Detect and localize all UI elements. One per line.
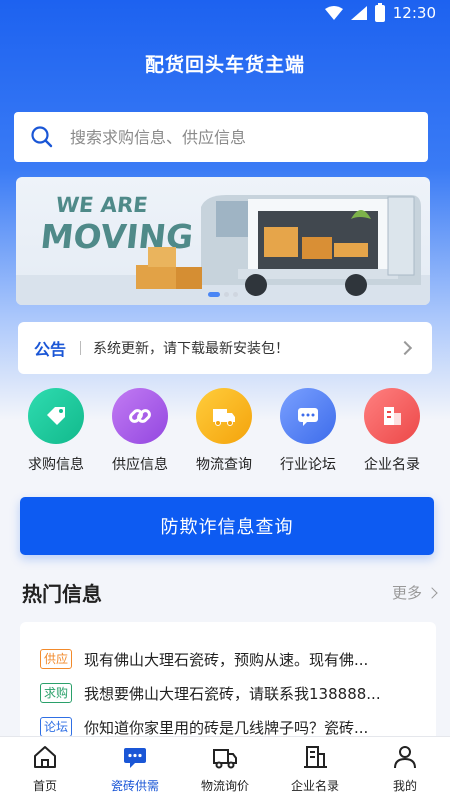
truck-icon bbox=[196, 388, 252, 444]
promo-banner[interactable]: WE ARE MOVING bbox=[16, 177, 430, 305]
banner-dot[interactable] bbox=[233, 292, 238, 297]
quick-label: 求购信息 bbox=[28, 457, 84, 473]
search-icon bbox=[31, 126, 53, 148]
search-bar[interactable] bbox=[14, 112, 428, 162]
banner-dot[interactable] bbox=[224, 292, 229, 297]
notice-text: 系统更新，请下载最新安装包！ bbox=[93, 341, 290, 357]
moving-van-illustration bbox=[16, 195, 430, 305]
quick-label: 物流查询 bbox=[196, 457, 252, 473]
quick-label: 行业论坛 bbox=[280, 457, 336, 473]
chat-icon bbox=[280, 388, 336, 444]
hot-info-list: 供应 现有佛山大理石瓷砖，预购从速。现有佛... 求购 我想要佛山大理石瓷砖，请… bbox=[20, 622, 436, 752]
search-input[interactable] bbox=[70, 127, 390, 147]
list-item[interactable]: 求购 我想要佛山大理石瓷砖，请联系我138888... bbox=[40, 676, 436, 710]
notice-label: 公告 bbox=[34, 340, 67, 359]
quick-item-purchase[interactable]: 求购信息 bbox=[14, 388, 98, 474]
building-icon bbox=[364, 388, 420, 444]
tag-badge: 论坛 bbox=[40, 717, 73, 737]
tab-logistics-quote[interactable]: 物流询价 bbox=[182, 743, 268, 794]
quick-label: 供应信息 bbox=[112, 457, 168, 473]
list-item-text: 现有佛山大理石瓷砖，预购从速。现有佛... bbox=[84, 650, 369, 669]
quick-menu: 求购信息 供应信息 物流查询 行业论坛 企业名录 bbox=[14, 388, 434, 474]
chevron-right-icon bbox=[397, 340, 413, 356]
truck-icon bbox=[213, 749, 237, 769]
tag-badge: 求购 bbox=[40, 683, 73, 703]
wifi-icon bbox=[324, 6, 343, 20]
bottom-tab-bar: 首页 瓷砖供需 物流询价 企业名录 我的 bbox=[0, 736, 450, 800]
hot-section-header: 热门信息 更多 bbox=[22, 578, 438, 607]
tab-profile[interactable]: 我的 bbox=[362, 743, 448, 794]
link-icon bbox=[112, 388, 168, 444]
list-item-text: 我想要佛山大理石瓷砖，请联系我138888... bbox=[84, 684, 381, 703]
notice-bar[interactable]: 公告 系统更新，请下载最新安装包！ bbox=[18, 322, 432, 374]
tag-badge: 供应 bbox=[40, 649, 73, 669]
tag-icon bbox=[28, 388, 84, 444]
banner-pagination[interactable] bbox=[208, 292, 238, 297]
anti-fraud-query-button[interactable]: 防欺诈信息查询 bbox=[20, 497, 434, 555]
tab-tile-supply-demand[interactable]: 瓷砖供需 bbox=[92, 743, 178, 794]
chevron-right-icon bbox=[426, 586, 438, 599]
quick-item-supply[interactable]: 供应信息 bbox=[98, 388, 182, 474]
app-title: 配货回头车货主端 bbox=[144, 54, 305, 76]
battery-icon bbox=[374, 2, 385, 22]
signal-icon bbox=[350, 6, 367, 20]
quick-label: 企业名录 bbox=[364, 457, 420, 473]
status-bar: 12:30 bbox=[0, 0, 450, 26]
divider bbox=[80, 341, 82, 355]
tab-enterprise-directory[interactable]: 企业名录 bbox=[272, 743, 358, 794]
tab-home[interactable]: 首页 bbox=[2, 743, 88, 794]
more-link[interactable]: 更多 bbox=[392, 582, 438, 603]
building-icon bbox=[304, 746, 327, 768]
user-icon bbox=[394, 746, 416, 769]
list-item[interactable]: 供应 现有佛山大理石瓷砖，预购从速。现有佛... bbox=[40, 642, 436, 676]
message-icon bbox=[124, 748, 146, 768]
section-title: 热门信息 bbox=[22, 582, 102, 606]
banner-dot[interactable] bbox=[208, 292, 220, 297]
quick-item-directory[interactable]: 企业名录 bbox=[350, 388, 434, 474]
status-time: 12:30 bbox=[392, 4, 436, 22]
quick-item-logistics[interactable]: 物流查询 bbox=[182, 388, 266, 474]
quick-item-forum[interactable]: 行业论坛 bbox=[266, 388, 350, 474]
list-item-text: 你知道你家里用的砖是几线牌子吗？瓷砖... bbox=[84, 718, 369, 737]
home-icon bbox=[34, 746, 56, 768]
